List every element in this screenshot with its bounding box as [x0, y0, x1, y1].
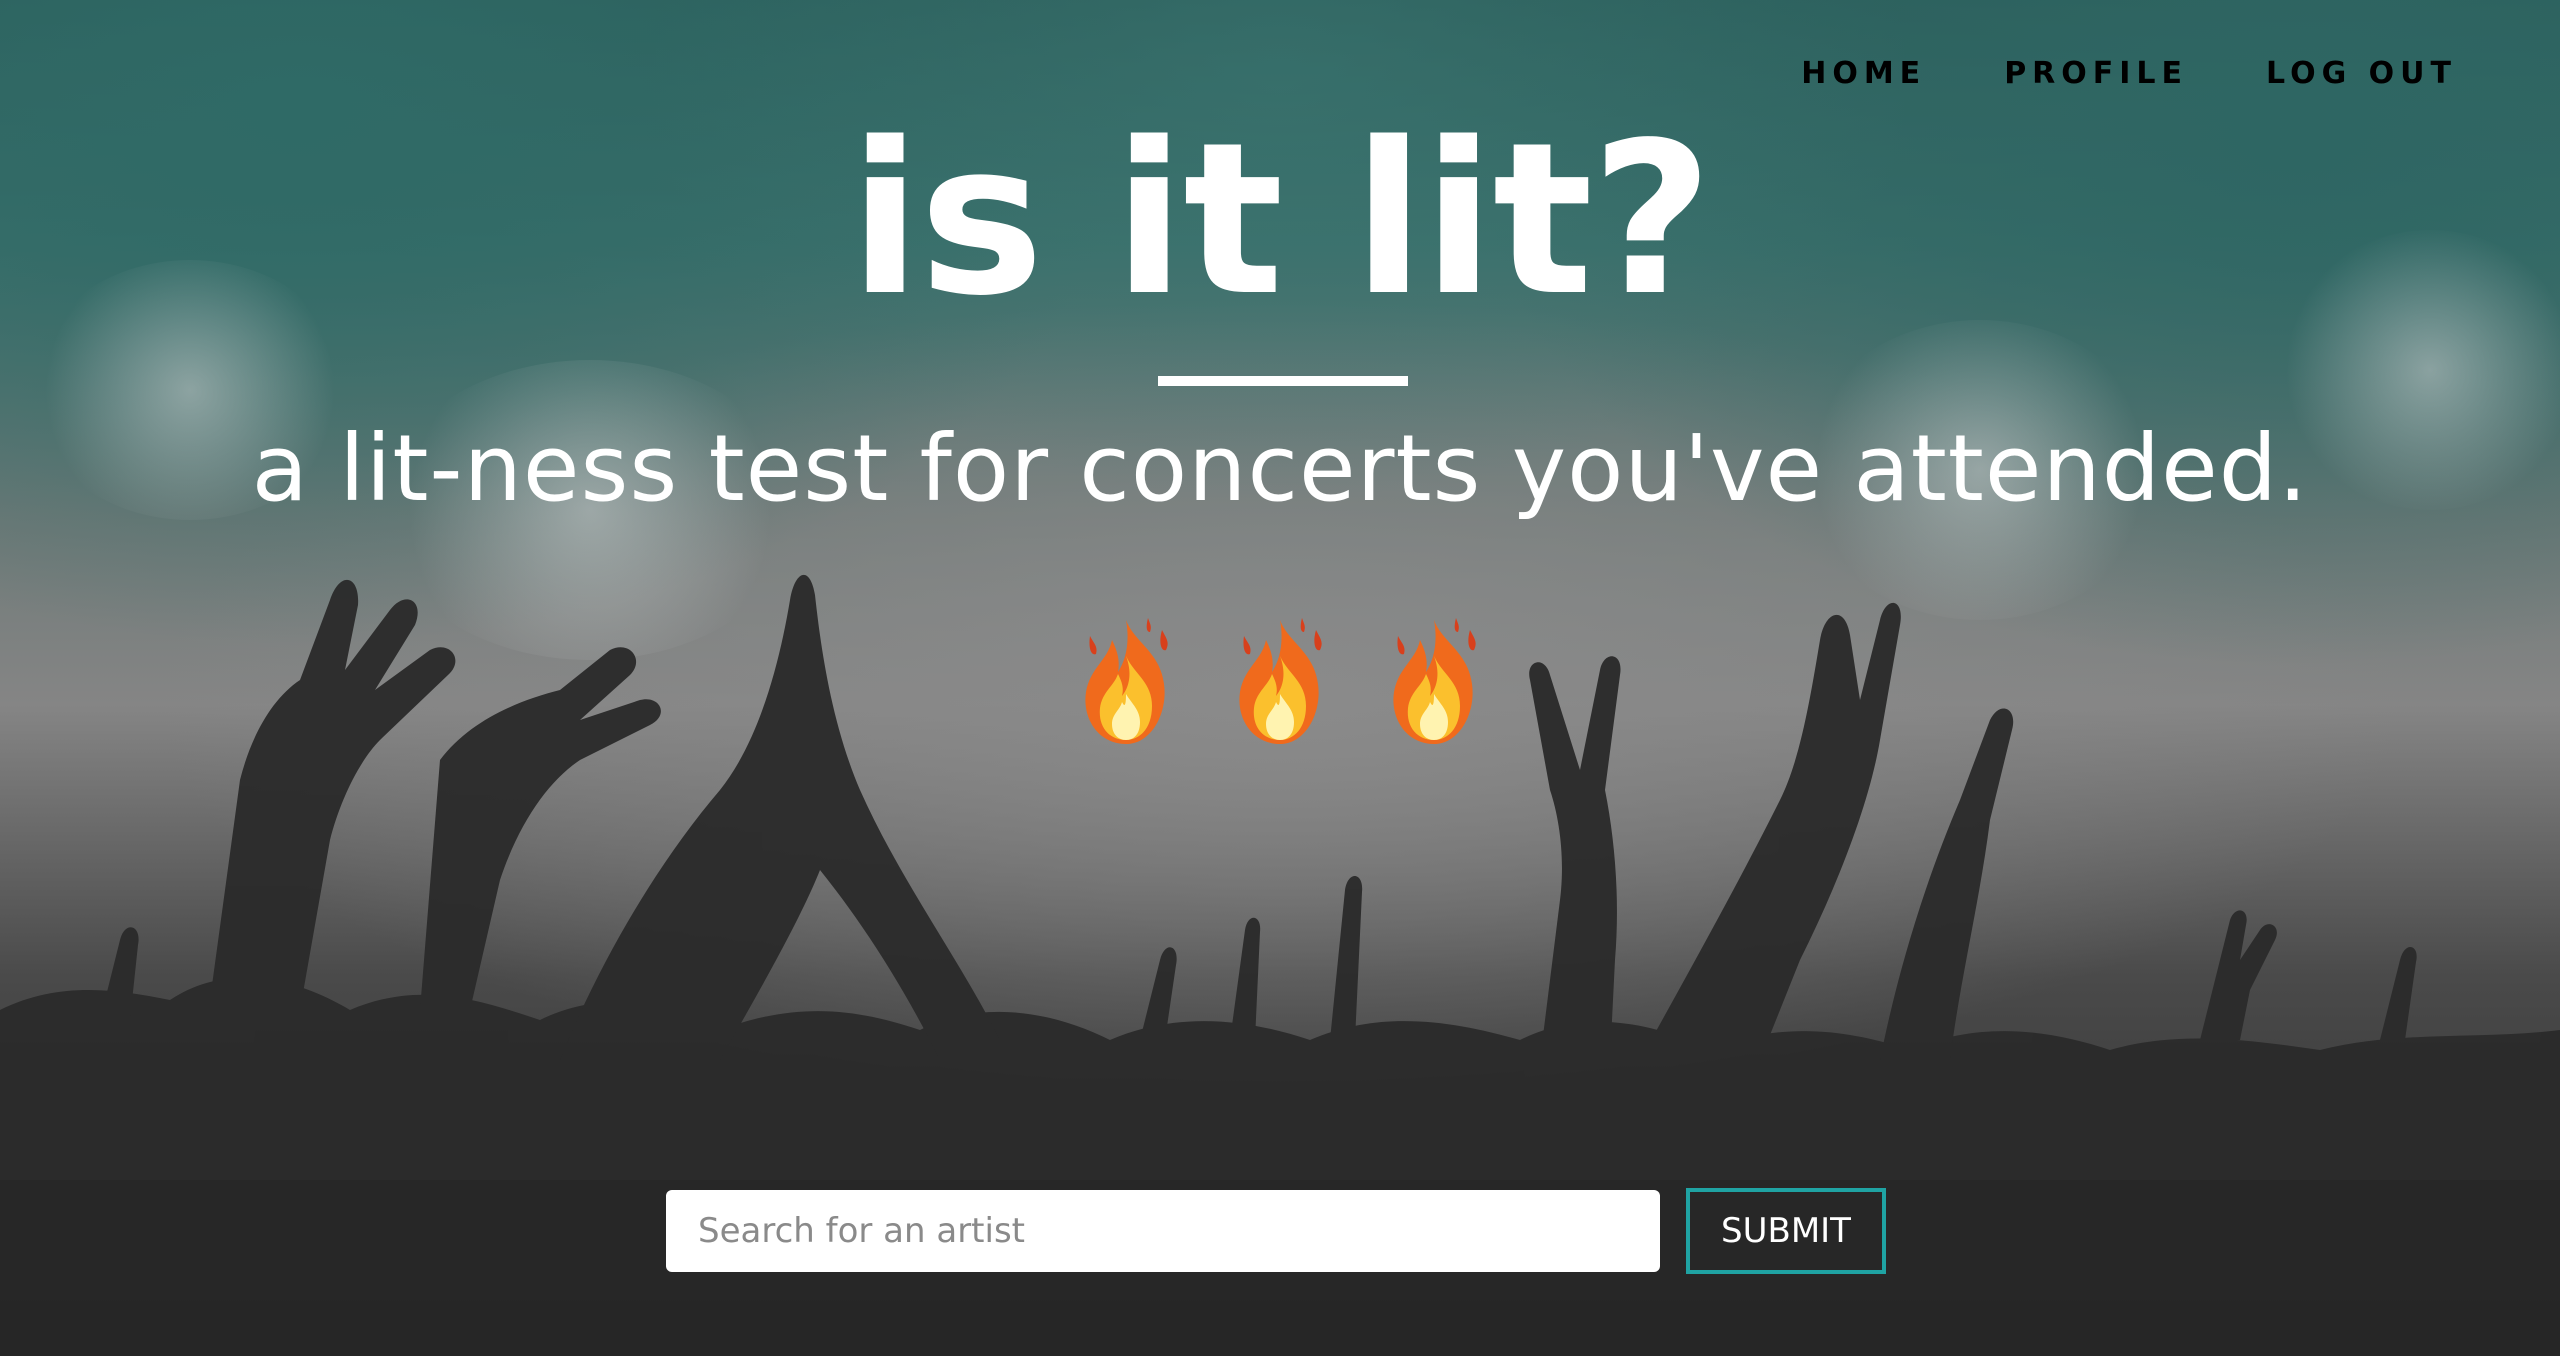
- title-divider: [1158, 376, 1408, 386]
- nav-profile-link[interactable]: PROFILE: [2004, 56, 2188, 91]
- artist-search-input[interactable]: [666, 1190, 1660, 1272]
- fire-icon: [1085, 618, 1168, 744]
- nav-home-link[interactable]: HOME: [1801, 56, 1926, 91]
- hero-title: is it lit?: [849, 97, 1713, 342]
- fire-emoji-row: [0, 612, 2560, 752]
- nav-logout-link[interactable]: LOG OUT: [2266, 56, 2457, 91]
- landing-page: HOME PROFILE LOG OUT is it lit? a lit-ne…: [0, 0, 2560, 1356]
- artist-search-form: SUBMIT: [666, 1188, 1886, 1274]
- fire-icon: [1393, 618, 1476, 744]
- hero-subtitle: a lit-ness test for concerts you've atte…: [251, 415, 2309, 522]
- top-nav: HOME PROFILE LOG OUT: [1801, 56, 2457, 91]
- submit-button[interactable]: SUBMIT: [1686, 1188, 1886, 1274]
- fire-icon: [1239, 618, 1322, 744]
